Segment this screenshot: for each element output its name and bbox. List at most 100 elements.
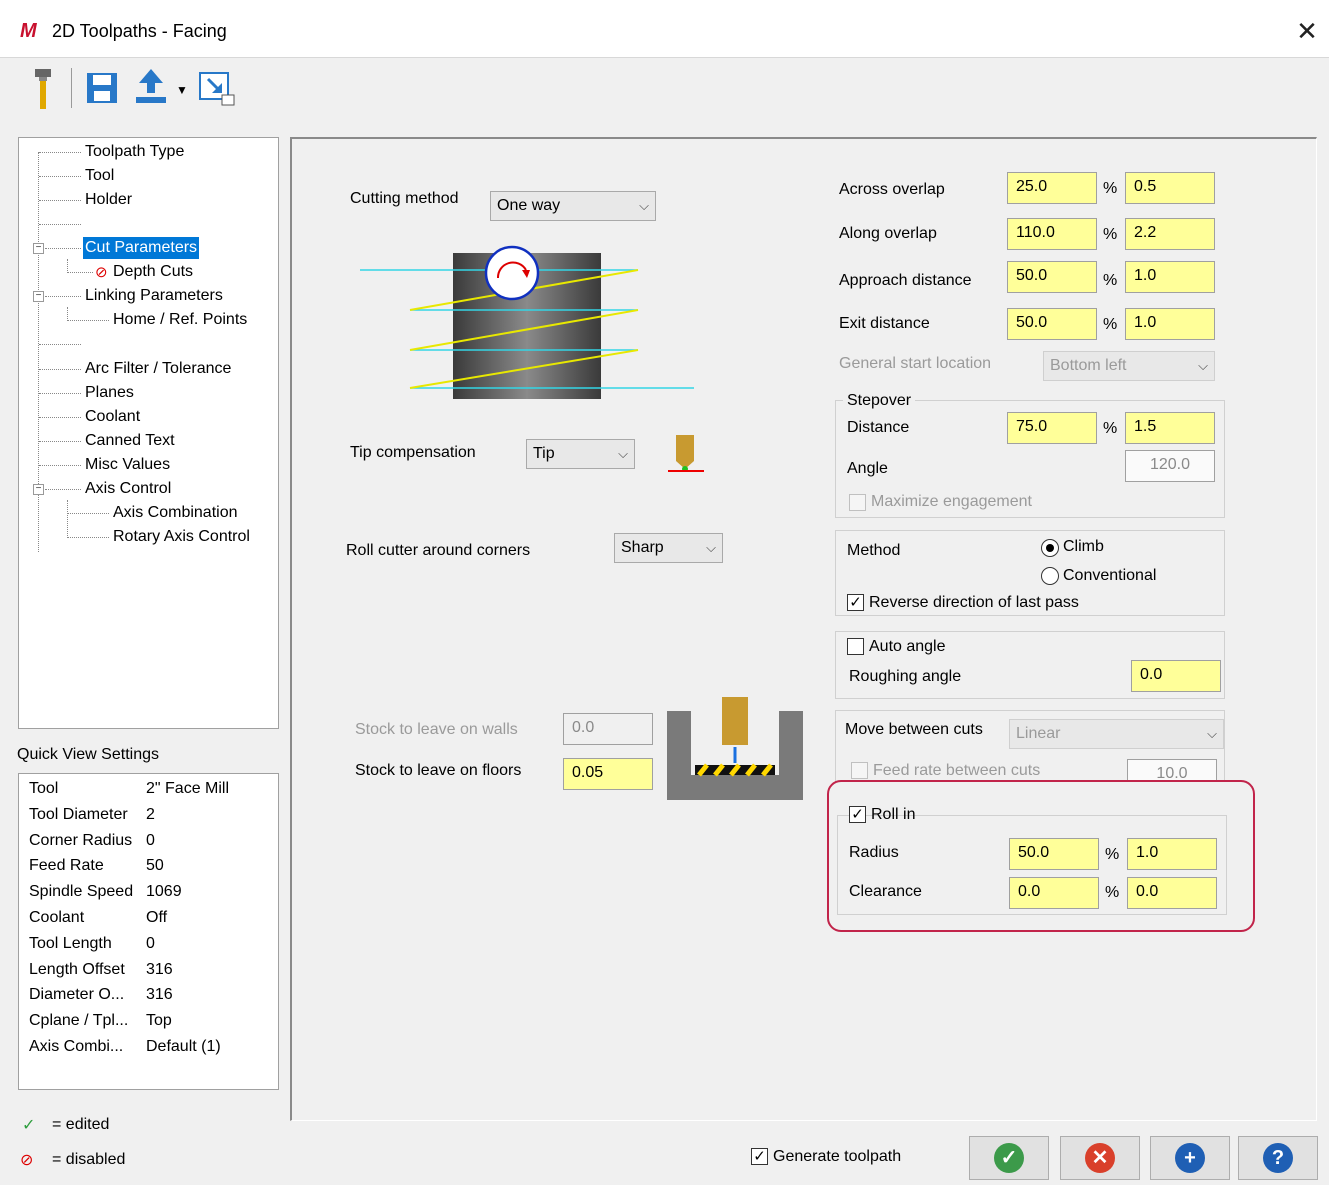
radius-percent[interactable]: 50.0 <box>1009 838 1099 870</box>
help-button[interactable]: ? <box>1238 1136 1318 1180</box>
quick-view-value: 0 <box>146 831 155 849</box>
tree-item-home-ref-points[interactable]: Home / Ref. Points <box>113 309 247 331</box>
tip-compensation-select[interactable]: Tip ⌵ <box>526 439 635 469</box>
approach-distance-value[interactable]: 1.0 <box>1125 261 1215 293</box>
tree-item-misc-values[interactable]: Misc Values <box>85 454 170 476</box>
quick-view-row: Tool 2" Face Mill <box>29 780 229 798</box>
along-overlap-value[interactable]: 2.2 <box>1125 218 1215 250</box>
quick-view-key: Corner Radius <box>29 831 133 849</box>
cutting-method-select[interactable]: One way ⌵ <box>490 191 656 221</box>
tree-item-linking-parameters[interactable]: Linking Parameters <box>85 285 223 307</box>
tree-item-planes[interactable]: Planes <box>85 382 134 404</box>
quick-view-value: Default (1) <box>146 1038 221 1055</box>
import-icon[interactable] <box>198 71 236 107</box>
close-button[interactable]: ✕ <box>1292 16 1322 46</box>
add-button[interactable]: + <box>1150 1136 1230 1180</box>
collapse-icon[interactable]: − <box>33 243 44 254</box>
tree-item-rotary-axis-control[interactable]: Rotary Axis Control <box>113 526 250 548</box>
reverse-direction-checkbox[interactable]: ✓ <box>847 594 864 611</box>
disabled-icon: ⊘ <box>20 1152 34 1169</box>
roughing-angle-field[interactable]: 0.0 <box>1131 660 1221 692</box>
exit-distance-percent[interactable]: 50.0 <box>1007 308 1097 340</box>
conventional-radio[interactable] <box>1041 567 1059 585</box>
tree-item-holder[interactable]: Holder <box>85 189 132 211</box>
chevron-down-icon: ⌵ <box>1207 726 1217 741</box>
tree-item-coolant[interactable]: Coolant <box>85 406 140 428</box>
help-icon: ? <box>1263 1143 1293 1173</box>
angle-field[interactable]: 120.0 <box>1125 450 1215 482</box>
tree-item-toolpath-type[interactable]: Toolpath Type <box>85 141 184 163</box>
roll-cutter-select[interactable]: Sharp ⌵ <box>614 533 723 563</box>
chevron-down-icon[interactable]: ▼ <box>176 83 188 97</box>
across-overlap-percent[interactable]: 25.0 <box>1007 172 1097 204</box>
tree-item-axis-combination[interactable]: Axis Combination <box>113 502 238 524</box>
roll-cutter-label: Roll cutter around corners <box>346 542 531 559</box>
radius-value[interactable]: 1.0 <box>1127 838 1217 870</box>
generate-toolpath-checkbox[interactable]: ✓ <box>751 1148 768 1165</box>
approach-distance-percent[interactable]: 50.0 <box>1007 261 1097 293</box>
quick-view-row: Length Offset 316 <box>29 960 173 979</box>
tree-item-axis-control[interactable]: Axis Control <box>85 478 171 500</box>
general-start-select[interactable]: Bottom left ⌵ <box>1043 351 1215 381</box>
roll-in-checkbox[interactable]: ✓ <box>849 806 866 823</box>
stock-floors-field[interactable]: 0.05 <box>563 758 653 790</box>
tree-item-tool[interactable]: Tool <box>85 165 114 187</box>
stock-walls-field[interactable]: 0.0 <box>563 713 653 745</box>
tree-item-arc-filter[interactable]: Arc Filter / Tolerance <box>85 358 231 380</box>
stepover-distance-percent[interactable]: 75.0 <box>1007 412 1097 444</box>
tree-item-canned-text[interactable]: Canned Text <box>85 430 175 452</box>
quick-view-value: 316 <box>146 960 173 978</box>
move-between-label: Move between cuts <box>845 721 983 738</box>
quick-view-key: Spindle Speed <box>29 883 134 901</box>
collapse-icon[interactable]: − <box>33 291 44 302</box>
parameter-tree: Toolpath Type Tool Holder − Cut Paramete… <box>18 137 279 729</box>
tree-item-depth-cuts[interactable]: Depth Cuts <box>113 261 193 283</box>
save-icon[interactable] <box>86 72 118 104</box>
approach-distance-label: Approach distance <box>839 272 972 289</box>
maximize-engagement-checkbox[interactable] <box>849 494 866 511</box>
clearance-label: Clearance <box>849 883 922 900</box>
collapse-icon[interactable]: − <box>33 484 44 495</box>
percent-sign: % <box>1103 316 1118 333</box>
export-icon[interactable] <box>134 69 168 105</box>
quick-view-row: Spindle Speed 1069 <box>29 883 182 901</box>
stepover-distance-value[interactable]: 1.5 <box>1125 412 1215 444</box>
across-overlap-value[interactable]: 0.5 <box>1125 172 1215 204</box>
quick-view-title: Quick View Settings <box>17 746 159 763</box>
percent-sign: % <box>1103 226 1118 243</box>
exit-distance-value[interactable]: 1.0 <box>1125 308 1215 340</box>
quick-view-key: Axis Combi... <box>29 1038 124 1055</box>
move-between-select[interactable]: Linear ⌵ <box>1009 719 1224 749</box>
clearance-value[interactable]: 0.0 <box>1127 877 1217 909</box>
cutting-method-label: Cutting method <box>350 190 459 207</box>
tip-compensation-label: Tip compensation <box>350 444 476 461</box>
stock-illustration <box>667 697 803 800</box>
auto-angle-checkbox[interactable] <box>847 638 864 655</box>
quick-view-value: 50 <box>146 857 164 875</box>
quick-view-row: Tool Length 0 <box>29 935 155 953</box>
quick-view-row: Coolant Off <box>29 909 167 927</box>
tree-item-cut-parameters[interactable]: Cut Parameters <box>83 237 200 259</box>
close-icon: ✕ <box>1085 1143 1115 1173</box>
clearance-percent[interactable]: 0.0 <box>1009 877 1099 909</box>
auto-angle-label: Auto angle <box>869 638 946 655</box>
along-overlap-percent[interactable]: 110.0 <box>1007 218 1097 250</box>
ok-button[interactable]: ✓ <box>969 1136 1049 1180</box>
quick-view-panel: Tool 2" Face Mill Tool Diameter 2 Corner Rad… <box>18 773 279 1090</box>
quick-view-row: Feed Rate 50 <box>29 857 164 875</box>
quick-view-key: Diameter O... <box>29 986 125 1004</box>
feed-between-checkbox[interactable] <box>851 762 868 779</box>
climb-radio[interactable] <box>1041 539 1059 557</box>
plus-icon: + <box>1175 1143 1205 1173</box>
check-icon: ✓ <box>22 1117 36 1134</box>
cancel-button[interactable]: ✕ <box>1060 1136 1140 1180</box>
quick-view-key: Length Offset <box>29 960 125 978</box>
feed-between-label: Feed rate between cuts <box>873 762 1041 779</box>
tool-icon[interactable] <box>32 69 54 109</box>
quick-view-key: Tool <box>29 780 59 797</box>
quick-view-key: Coolant <box>29 909 85 926</box>
quick-view-value: Off <box>146 909 168 926</box>
chevron-down-icon: ⌵ <box>618 446 628 461</box>
move-between-value: Linear <box>1016 725 1061 742</box>
quick-view-key: Feed Rate <box>29 857 104 875</box>
